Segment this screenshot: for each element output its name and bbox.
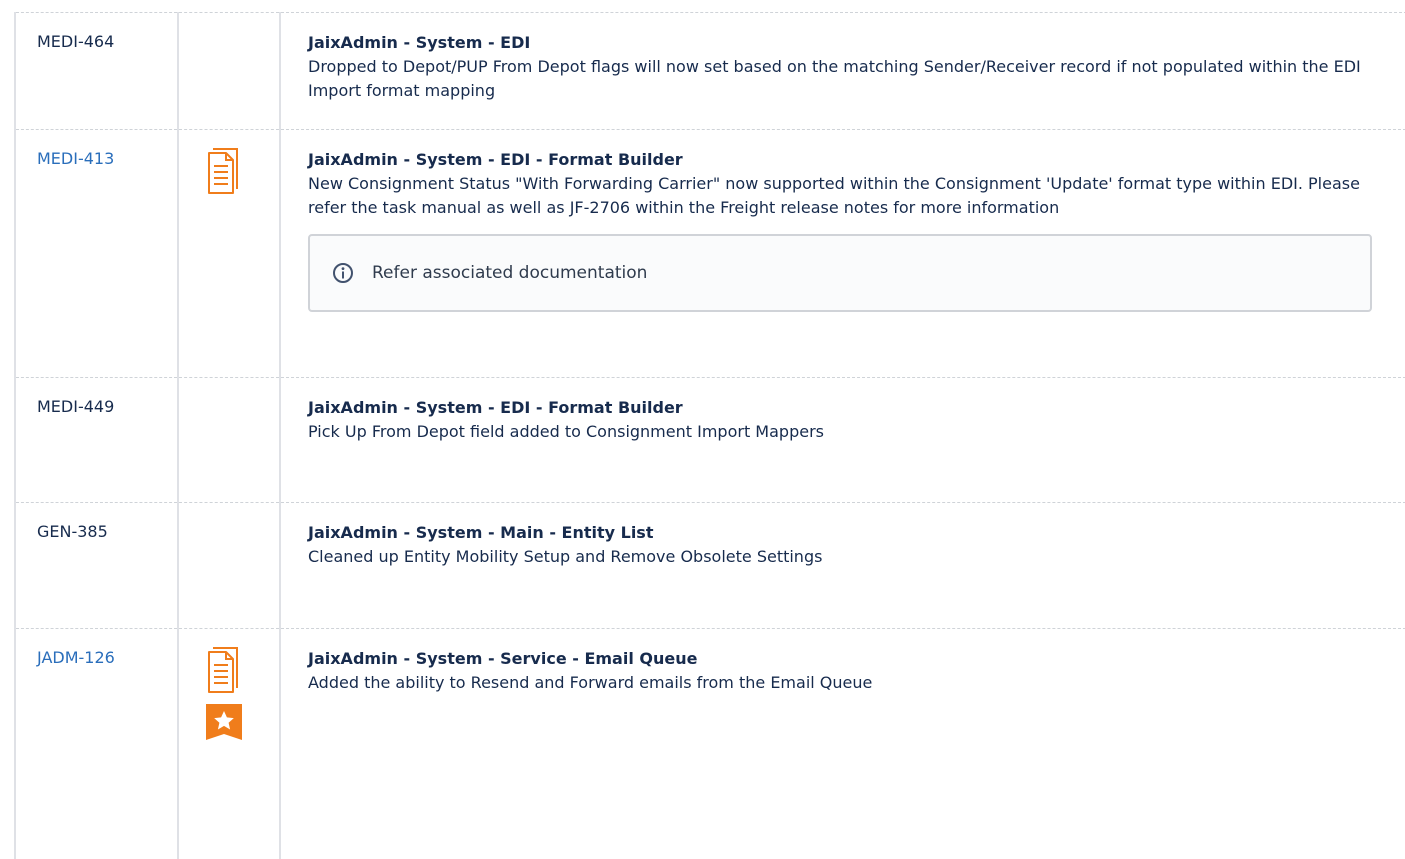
issue-key: GEN-385	[37, 522, 108, 541]
icons-cell	[177, 129, 280, 378]
document-icon[interactable]	[206, 147, 240, 195]
table-row: MEDI-464 JaixAdmin - System - EDI Droppe…	[14, 12, 1405, 130]
issue-key-cell: JADM-126	[14, 628, 178, 859]
issue-key: MEDI-464	[37, 32, 115, 51]
release-notes-page: MEDI-464 JaixAdmin - System - EDI Droppe…	[0, 0, 1405, 859]
issue-key-link[interactable]: MEDI-413	[37, 149, 114, 168]
table-row: JADM-126 JaixAdmin - System - Service - …	[14, 628, 1405, 859]
description-cell: JaixAdmin - System - EDI - Format Builde…	[279, 377, 1405, 503]
release-notes-table: MEDI-464 JaixAdmin - System - EDI Droppe…	[14, 12, 1405, 859]
issue-key-cell: MEDI-449	[14, 377, 178, 503]
issue-key-link[interactable]: JADM-126	[37, 648, 115, 667]
icons-cell	[177, 502, 280, 629]
issue-key: MEDI-449	[37, 397, 115, 416]
icons-cell	[177, 628, 280, 859]
document-icon[interactable]	[206, 646, 240, 694]
info-panel-text: Refer associated documentation	[372, 263, 648, 283]
issue-key-cell: GEN-385	[14, 502, 178, 629]
info-icon	[333, 263, 353, 283]
table-row: MEDI-449 JaixAdmin - System - EDI - Form…	[14, 377, 1405, 503]
description-cell: JaixAdmin - System - Main - Entity List …	[279, 502, 1405, 629]
change-title: JaixAdmin - System - Main - Entity List	[308, 523, 654, 542]
icons-cell	[177, 12, 280, 130]
description-cell: JaixAdmin - System - Service - Email Que…	[279, 628, 1405, 859]
change-title: JaixAdmin - System - EDI	[308, 33, 531, 52]
table-row: MEDI-413 JaixAdmin - System - EDI - Form…	[14, 129, 1405, 378]
icons-cell	[177, 377, 280, 503]
change-description: Added the ability to Resend and Forward …	[308, 673, 873, 692]
info-panel: Refer associated documentation	[308, 234, 1372, 312]
star-icon[interactable]	[206, 704, 242, 740]
change-description: Pick Up From Depot field added to Consig…	[308, 422, 824, 441]
description-cell: JaixAdmin - System - EDI - Format Builde…	[279, 129, 1405, 378]
issue-key-cell: MEDI-413	[14, 129, 178, 378]
change-title: JaixAdmin - System - Service - Email Que…	[308, 649, 698, 668]
change-description: New Consignment Status "With Forwarding …	[308, 174, 1360, 217]
change-title: JaixAdmin - System - EDI - Format Builde…	[308, 398, 683, 417]
change-description: Dropped to Depot/PUP From Depot flags wi…	[308, 57, 1361, 100]
issue-key-cell: MEDI-464	[14, 12, 178, 130]
change-description: Cleaned up Entity Mobility Setup and Rem…	[308, 547, 823, 566]
table-row: GEN-385 JaixAdmin - System - Main - Enti…	[14, 502, 1405, 629]
description-cell: JaixAdmin - System - EDI Dropped to Depo…	[279, 12, 1405, 130]
change-title: JaixAdmin - System - EDI - Format Builde…	[308, 150, 683, 169]
